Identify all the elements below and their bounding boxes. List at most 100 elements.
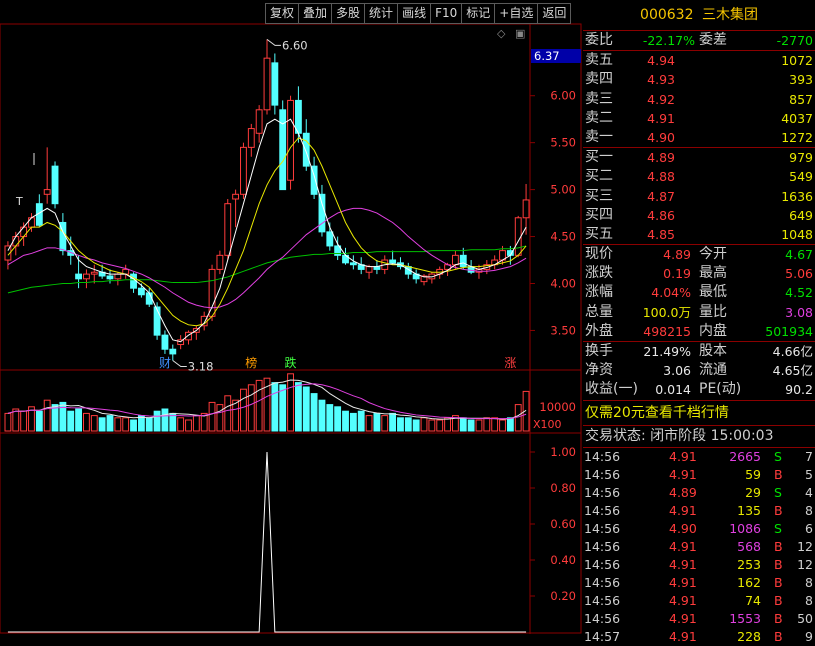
stat-row: 涨幅 4.04% 最低 4.52 xyxy=(583,283,815,302)
tick-row[interactable]: 14:56 4.91 59 B 5 xyxy=(583,466,815,484)
asks-price: 4.91 xyxy=(647,110,675,126)
volume-bar xyxy=(428,419,436,432)
asks-label: 卖二 xyxy=(585,109,613,126)
candle-body xyxy=(522,199,530,219)
indicator-tick-label: 0.60 xyxy=(550,517,576,531)
bids-row[interactable]: 买二 4.88 549 xyxy=(583,167,815,186)
toolbar-button[interactable]: 叠加 xyxy=(298,3,332,24)
ma-white-line xyxy=(7,118,527,343)
stat-label: 涨幅 xyxy=(585,284,613,301)
asks-price: 4.93 xyxy=(647,72,675,88)
stat-row: 总量 100.0万 量比 3.08 xyxy=(583,303,815,322)
tick-count: 9 xyxy=(805,628,813,644)
candle-body xyxy=(83,273,90,280)
bids-row[interactable]: 买三 4.87 1636 xyxy=(583,187,815,206)
event-tag: 跌 xyxy=(285,355,297,370)
high-price-label: 6.60 xyxy=(282,38,308,52)
tick-row[interactable]: 14:57 4.91 228 B 9 xyxy=(583,628,815,646)
toolbar-button[interactable]: 标记 xyxy=(461,3,495,24)
tick-time: 14:56 xyxy=(584,448,621,464)
tick-row[interactable]: 14:56 4.91 135 B 8 xyxy=(583,502,815,520)
bids-row[interactable]: 买五 4.85 1048 xyxy=(583,225,815,244)
kline-chart[interactable]: 6.00 5.50 5.00 4.50 4.00 3.50 6.37 6.60 3.18 T 财 榜 跌… xyxy=(0,0,582,634)
tick-time: 14:56 xyxy=(584,610,621,626)
bids-volume: 979 xyxy=(789,150,813,166)
volume-bar xyxy=(4,412,12,432)
candle-body xyxy=(451,254,459,266)
asks-row[interactable]: 卖二 4.91 4037 xyxy=(583,109,815,128)
candle-body xyxy=(459,254,467,268)
bid-book: 买一 4.89 979 买二 4.88 549 买三 4.87 1636 买四 4.86 649 买五 4… xyxy=(583,148,815,244)
volume-bar xyxy=(216,404,224,432)
toolbar-button[interactable]: 画线 xyxy=(397,3,431,24)
volume-bar xyxy=(114,417,122,432)
tick-row[interactable]: 14:56 4.91 2665 S 7 xyxy=(583,448,815,466)
tick-side: B xyxy=(774,628,783,644)
candle-body xyxy=(28,217,35,228)
asks-row[interactable]: 卖四 4.93 393 xyxy=(583,70,815,89)
candle-body xyxy=(51,165,59,205)
kline-chart-area[interactable]: 6.00 5.50 5.00 4.50 4.00 3.50 6.37 6.60 3.18 T 财 榜 跌… xyxy=(0,0,582,634)
bids-volume: 1636 xyxy=(781,188,813,204)
bids-row[interactable]: 买四 4.86 649 xyxy=(583,206,815,225)
tick-row[interactable]: 14:56 4.91 74 B 8 xyxy=(583,592,815,610)
asks-row[interactable]: 卖三 4.92 857 xyxy=(583,90,815,109)
volume-bar xyxy=(208,401,216,432)
toolbar-button[interactable]: 多股 xyxy=(331,3,365,24)
asks-volume: 1272 xyxy=(781,129,813,145)
toolbar-button[interactable]: F10 xyxy=(430,3,462,24)
tick-time: 14:56 xyxy=(584,538,621,554)
tick-row[interactable]: 14:56 4.91 162 B 8 xyxy=(583,574,815,592)
stat-label: 股本 xyxy=(699,343,727,359)
candle-body xyxy=(145,292,153,305)
toolbar-button[interactable]: 返回 xyxy=(537,3,572,24)
fundamental-row: 净资 3.06 流通 4.65亿 xyxy=(583,361,815,380)
tick-row[interactable]: 14:56 4.89 29 S 4 xyxy=(583,484,815,502)
asks-price: 4.92 xyxy=(647,91,675,107)
tick-volume: 253 xyxy=(737,556,761,572)
volume-bar xyxy=(35,410,43,432)
volume-axis-label: 10000 xyxy=(539,400,576,414)
bids-label: 买四 xyxy=(585,206,613,223)
stat-label: 收益(一) xyxy=(585,381,638,398)
tick-list[interactable]: 14:56 4.91 2665 S 7 14:56 4.91 59 B 5 14:56 4.89 29 S… xyxy=(583,448,815,646)
bids-row[interactable]: 买一 4.89 979 xyxy=(583,148,815,167)
tick-row[interactable]: 14:56 4.91 1553 B 50 xyxy=(583,610,815,628)
tick-volume: 29 xyxy=(745,484,761,500)
toolbar-button[interactable]: 复权 xyxy=(265,3,299,24)
volume-bar xyxy=(365,415,373,432)
tick-row[interactable]: 14:56 4.90 1086 S 6 xyxy=(583,520,815,538)
tick-volume: 2665 xyxy=(729,448,761,464)
toolbar-button[interactable]: +自选 xyxy=(494,3,538,24)
candle-body xyxy=(169,348,177,355)
stat-value: 0.19 xyxy=(663,266,691,282)
low-marker-line xyxy=(172,360,187,367)
bids-label: 买三 xyxy=(585,187,613,204)
fundamental-row: 换手 21.49% 股本 4.66亿 xyxy=(583,342,815,361)
diamond-icon[interactable]: ◇ xyxy=(497,27,505,40)
tick-row[interactable]: 14:56 4.91 253 B 12 xyxy=(583,556,815,574)
level2-promo-link[interactable]: 仅需20元查看千档行情 xyxy=(583,401,815,425)
volume-bar xyxy=(75,408,83,432)
tick-row[interactable]: 14:56 4.91 568 B 12 xyxy=(583,538,815,556)
window-icon[interactable]: ▣ xyxy=(515,27,525,40)
volume-bar xyxy=(397,417,404,432)
tick-side: S xyxy=(774,520,782,536)
tick-count: 8 xyxy=(805,502,813,518)
volume-bar xyxy=(357,410,365,432)
weibi-value: -22.17% xyxy=(642,33,695,48)
tick-volume: 59 xyxy=(745,466,761,482)
volume-bar xyxy=(287,373,294,432)
price-tick-label: 5.50 xyxy=(550,136,576,150)
asks-volume: 857 xyxy=(789,91,813,107)
toolbar-button[interactable]: 统计 xyxy=(364,3,398,24)
volume-bar xyxy=(20,410,28,432)
tick-side: S xyxy=(774,484,782,500)
volume-bar xyxy=(459,417,467,432)
asks-row[interactable]: 卖五 4.94 1072 xyxy=(583,51,815,70)
weibi-label: 委比 xyxy=(585,32,613,48)
trade-state: 交易状态: 闭市阶段 15:00:03 xyxy=(585,427,774,444)
asks-row[interactable]: 卖一 4.90 1272 xyxy=(583,128,815,147)
stat-label: 换手 xyxy=(585,343,613,359)
stat-row: 涨跌 0.19 最高 5.06 xyxy=(583,264,815,283)
